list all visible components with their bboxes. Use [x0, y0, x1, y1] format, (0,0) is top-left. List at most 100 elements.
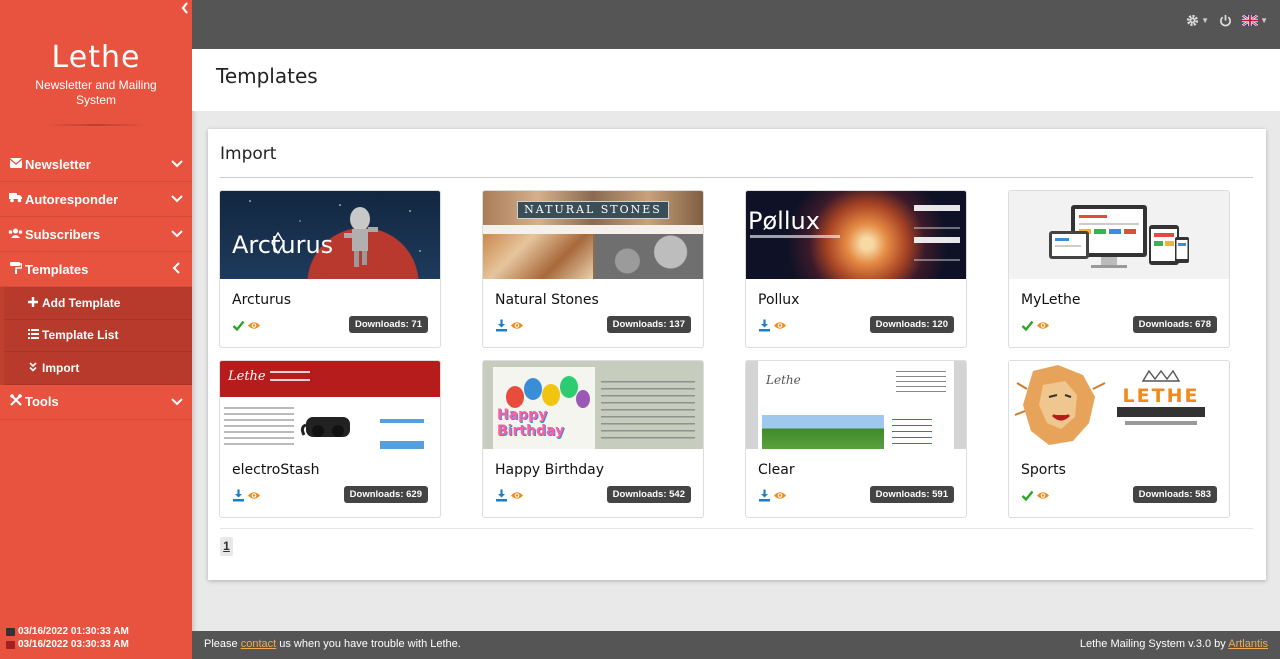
preview-eye-icon[interactable]	[510, 319, 523, 332]
template-actions	[758, 489, 786, 502]
pagination-page-1[interactable]: 1	[220, 537, 233, 556]
templates-submenu: Add Template Template List Import	[0, 287, 192, 385]
chevron-left-icon	[181, 2, 188, 14]
thumbnail-subheading	[270, 371, 310, 381]
language-menu[interactable]: ▼	[1242, 15, 1268, 26]
template-name: Pollux	[758, 292, 800, 308]
thumbnail-image-stones	[595, 234, 703, 279]
thumbnail-photo	[762, 415, 884, 449]
caret-down-icon: ▼	[1260, 16, 1268, 25]
download-icon[interactable]	[758, 319, 771, 332]
thumbnail-sidebar-links	[892, 419, 932, 447]
vr-headset-illustration	[300, 417, 350, 437]
download-icon[interactable]	[495, 489, 508, 502]
chevron-left-icon	[172, 262, 180, 274]
template-actions	[232, 489, 260, 502]
users-icon	[8, 227, 23, 241]
template-thumbnail[interactable]: Arcturus	[220, 191, 440, 279]
installed-check-icon	[232, 319, 245, 332]
template-name: Sports	[1021, 462, 1066, 478]
import-panel: Import Arcturus Arcturus Downloads: 71 N…	[208, 129, 1266, 580]
downloads-badge: Downloads: 591	[869, 486, 954, 503]
download-icon[interactable]	[758, 489, 771, 502]
panel-divider	[220, 177, 1253, 178]
lion-illustration	[1014, 365, 1106, 445]
template-actions	[1021, 319, 1049, 332]
template-thumbnail[interactable]	[1009, 191, 1229, 279]
paint-roller-icon	[8, 261, 23, 277]
thumbnail-title: LETHE	[1122, 385, 1200, 407]
sidebar: Lethe Newsletter and Mailing System News…	[0, 0, 192, 659]
template-name: Natural Stones	[495, 292, 599, 308]
collapse-sidebar-button[interactable]	[178, 2, 192, 18]
sidebar-item-label: Import	[42, 360, 80, 375]
installed-check-icon	[1021, 489, 1034, 502]
template-card-mylethe: MyLethe Downloads: 678	[1008, 190, 1230, 348]
thumbnail-offer-2	[914, 237, 960, 261]
preview-eye-icon[interactable]	[773, 489, 786, 502]
settings-menu[interactable]: ▼	[1186, 14, 1209, 27]
preview-eye-icon[interactable]	[247, 489, 260, 502]
template-name: Arcturus	[232, 292, 292, 308]
sidebar-item-template-list[interactable]: Template List	[4, 319, 192, 352]
template-actions	[495, 319, 523, 332]
preview-eye-icon[interactable]	[1036, 489, 1049, 502]
sidebar-item-tools[interactable]: Tools	[0, 385, 192, 420]
chevron-down-icon	[171, 195, 183, 203]
brand: Lethe Newsletter and Mailing System	[0, 40, 192, 108]
template-card-pollux: Pøllux Pollux Downloads: 120	[745, 190, 967, 348]
calendar-icon	[6, 627, 15, 636]
preview-eye-icon[interactable]	[773, 319, 786, 332]
thumbnail-title: Pøllux	[748, 207, 820, 235]
template-name: Happy Birthday	[495, 462, 604, 478]
downloads-badge: Downloads: 678	[1132, 316, 1217, 333]
topbar-actions: ▼ ▼	[1186, 14, 1268, 27]
logout-button[interactable]	[1219, 14, 1232, 27]
plus-icon	[26, 296, 40, 310]
topbar: ▼ ▼	[192, 0, 1280, 49]
list-icon	[26, 328, 40, 342]
thumbnail-title: Happy Birthday	[497, 407, 565, 439]
gear-icon	[1187, 14, 1199, 27]
brand-subtitle: Newsletter and Mailing System	[35, 78, 157, 107]
thumbnail-meta-lines	[896, 371, 946, 395]
footer-help-prefix: Please	[204, 638, 241, 650]
tools-icon	[8, 394, 23, 409]
local-time: 03/16/2022 03:30:33 AM	[18, 639, 129, 650]
template-thumbnail[interactable]: LETHE	[1009, 361, 1229, 449]
template-card-arcturus: Arcturus Arcturus Downloads: 71	[219, 190, 441, 348]
template-actions	[232, 319, 260, 332]
thumbnail-title: Arcturus	[232, 231, 334, 259]
sidebar-item-subscribers[interactable]: Subscribers	[0, 217, 192, 252]
preview-eye-icon[interactable]	[510, 489, 523, 502]
truck-icon	[8, 192, 23, 206]
template-thumbnail[interactable]: Lethe	[746, 361, 966, 449]
template-thumbnail[interactable]: NATURAL STONES	[483, 191, 703, 279]
preview-eye-icon[interactable]	[1036, 319, 1049, 332]
sidebar-item-autoresponder[interactable]: Autoresponder	[0, 182, 192, 217]
page-title: Templates	[216, 64, 318, 88]
envelope-icon	[8, 157, 23, 171]
template-card-clear: Lethe Clear Downloads: 591	[745, 360, 967, 518]
template-thumbnail[interactable]: Lethe	[220, 361, 440, 449]
thumbnail-text-lines	[601, 381, 695, 441]
preview-eye-icon[interactable]	[247, 319, 260, 332]
downloads-badge: Downloads: 583	[1132, 486, 1217, 503]
contact-link[interactable]: contact	[241, 638, 276, 650]
template-thumbnail[interactable]: Happy Birthday	[483, 361, 703, 449]
thumbnail-tagline	[750, 235, 840, 238]
template-thumbnail[interactable]: Pøllux	[746, 191, 966, 279]
calendar-icon	[6, 640, 15, 649]
thumbnail-nav-strip	[483, 225, 703, 234]
thumbnail-subtitle-bar	[1117, 407, 1205, 417]
crown-icon	[1141, 369, 1181, 382]
sidebar-item-newsletter[interactable]: Newsletter	[0, 147, 192, 182]
download-icon[interactable]	[495, 319, 508, 332]
sidebar-item-add-template[interactable]: Add Template	[4, 287, 192, 320]
sidebar-item-import[interactable]: Import	[4, 352, 192, 385]
sidebar-item-templates[interactable]: Templates	[0, 252, 192, 287]
template-actions	[495, 489, 523, 502]
thumbnail-offer	[380, 419, 424, 449]
artlantis-link[interactable]: Artlantis	[1228, 638, 1268, 650]
download-icon[interactable]	[232, 489, 245, 502]
